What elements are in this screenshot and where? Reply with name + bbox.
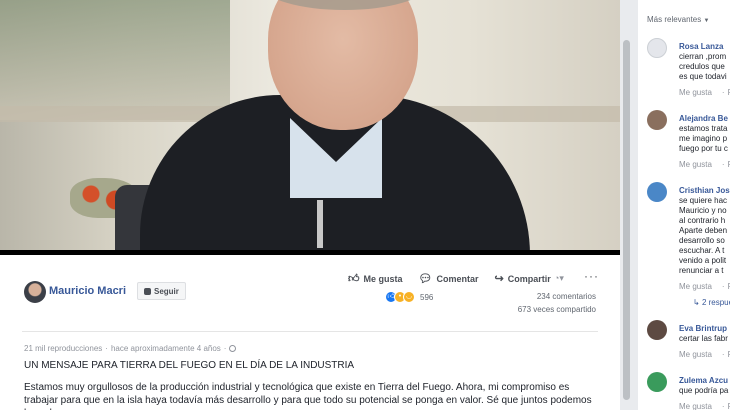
author-name[interactable]: Mauricio Macri <box>49 285 126 297</box>
comment-text-line: credulos que <box>679 62 725 71</box>
commenter-avatar[interactable] <box>647 320 667 340</box>
commenter-name[interactable]: Eva Brintrup <box>679 324 727 333</box>
thumbs-up-icon: 👍︎ <box>348 273 360 285</box>
comment-like-link[interactable]: Me gusta <box>679 350 712 359</box>
reply-arrow-icon: ↳ <box>693 298 702 307</box>
post-details: Mauricio Macri Seguir 👍︎ Me gusta 💬︎ Com… <box>0 255 620 410</box>
divider <box>22 331 598 332</box>
commenter-name[interactable]: Alejandra Be <box>679 114 728 123</box>
comment-text-line: cierran ,prom <box>679 52 727 61</box>
comment-text: cierran ,prom credulos que es que todavi <box>679 52 727 82</box>
commenter-avatar[interactable] <box>647 110 667 130</box>
comment-text-line: fuego por tu c <box>679 144 728 153</box>
comment-like-link[interactable]: Me gusta <box>679 402 712 410</box>
rss-icon <box>144 287 151 295</box>
view-count: 21 mil reproducciones <box>24 344 103 353</box>
commenter-avatar[interactable] <box>647 372 667 392</box>
comment-text-line: escuchar. A t <box>679 246 725 255</box>
comment-actions: Me gusta·Res <box>679 350 730 359</box>
view-replies-link[interactable]: ↳ 2 respue <box>693 298 730 307</box>
follow-label: Seguir <box>154 286 179 296</box>
comment-actions: Me gusta·Res <box>679 402 730 410</box>
haha-reaction-icon: ◡ <box>403 291 415 303</box>
comment-like-link[interactable]: Me gusta <box>679 88 712 97</box>
comments-pane: Más relevantes ▼ Rosa Lanza cierran ,prom… <box>638 0 730 410</box>
comment-text: se quiere hac Mauricio y no al contrario h… <box>679 196 727 276</box>
facebook-video-post-view: Mauricio Macri Seguir 👍︎ Me gusta 💬︎ Com… <box>0 0 730 410</box>
share-count[interactable]: 673 veces compartido <box>518 305 596 314</box>
reaction-count: 596 <box>420 292 434 302</box>
comment-icon: 💬︎ <box>418 273 433 285</box>
comment-actions: Me gusta·Res <box>679 282 730 291</box>
caret-down-icon: ▼ <box>703 18 710 24</box>
comment-like-link[interactable]: Me gusta <box>679 282 712 291</box>
share-icon: ↪ <box>494 273 504 285</box>
video-player[interactable] <box>0 0 620 255</box>
video-window <box>0 0 230 120</box>
comment-text-line: renunciar a t <box>679 266 724 275</box>
commenter-name[interactable]: Zulema Azcu <box>679 376 728 385</box>
comment-text-line: se quiere hac <box>679 196 728 205</box>
comment-text-line: me imagino p <box>679 134 728 143</box>
comment-like-link[interactable]: Me gusta <box>679 160 712 169</box>
commenter-avatar[interactable] <box>647 38 667 58</box>
comment-text-line: venido a polit <box>679 256 727 265</box>
comment-text-line: es que todavi <box>679 72 727 81</box>
comment-text-line: Aparte deben <box>679 226 728 235</box>
comment-text: estamos trata me imagino p fuego por tu c <box>679 124 728 154</box>
comment-text-line: certar las fabr <box>679 334 728 343</box>
commenter-name[interactable]: Cristhian Jos <box>679 186 730 195</box>
reaction-summary[interactable]: 👍︎ • ◡ 596 <box>385 291 433 303</box>
comment-actions: Me gusta·Res <box>679 160 730 169</box>
comment-text: certar las fabr <box>679 334 728 344</box>
like-button[interactable]: 👍︎ Me gusta <box>348 272 403 285</box>
video-post-pane: Mauricio Macri Seguir 👍︎ Me gusta 💬︎ Com… <box>0 0 620 410</box>
comment-text-line: Mauricio y no <box>679 206 727 215</box>
comment-text-line: desarrollo so <box>679 236 725 245</box>
comment-sort-dropdown[interactable]: Más relevantes ▼ <box>647 15 709 24</box>
share-audience-icon[interactable]: ◔▾ <box>554 273 564 284</box>
comment-text-line: estamos trata <box>679 124 728 133</box>
comment-text-line: al contrario h <box>679 216 726 225</box>
comment-actions: Me gusta·Res <box>679 88 730 97</box>
post-headline: UN MENSAJE PARA TIERRA DEL FUEGO EN EL D… <box>24 360 355 371</box>
post-time[interactable]: hace aproximadamente 4 años <box>111 344 221 353</box>
comment-count[interactable]: 234 comentarios <box>537 292 596 301</box>
scrollbar-thumb[interactable] <box>623 40 630 400</box>
commenter-avatar[interactable] <box>647 182 667 202</box>
comment-text-line: que podría pa <box>679 386 729 395</box>
commenter-name[interactable]: Rosa Lanza <box>679 42 723 51</box>
globe-icon <box>229 345 237 352</box>
comment-text: que podría pa <box>679 386 728 396</box>
more-options-icon[interactable]: ··· <box>584 269 599 283</box>
post-body: Estamos muy orgullosos de la producción … <box>24 382 592 410</box>
share-button[interactable]: ↪ Compartir <box>495 272 551 285</box>
comment-button[interactable]: 💬︎ Comentar <box>419 272 479 285</box>
author-avatar[interactable] <box>24 281 46 303</box>
post-meta: 21 mil reproducciones · hace aproximadam… <box>24 344 237 353</box>
follow-button[interactable]: Seguir <box>137 282 186 300</box>
post-actions: 👍︎ Me gusta 💬︎ Comentar ↪ Compartir <box>348 272 551 285</box>
